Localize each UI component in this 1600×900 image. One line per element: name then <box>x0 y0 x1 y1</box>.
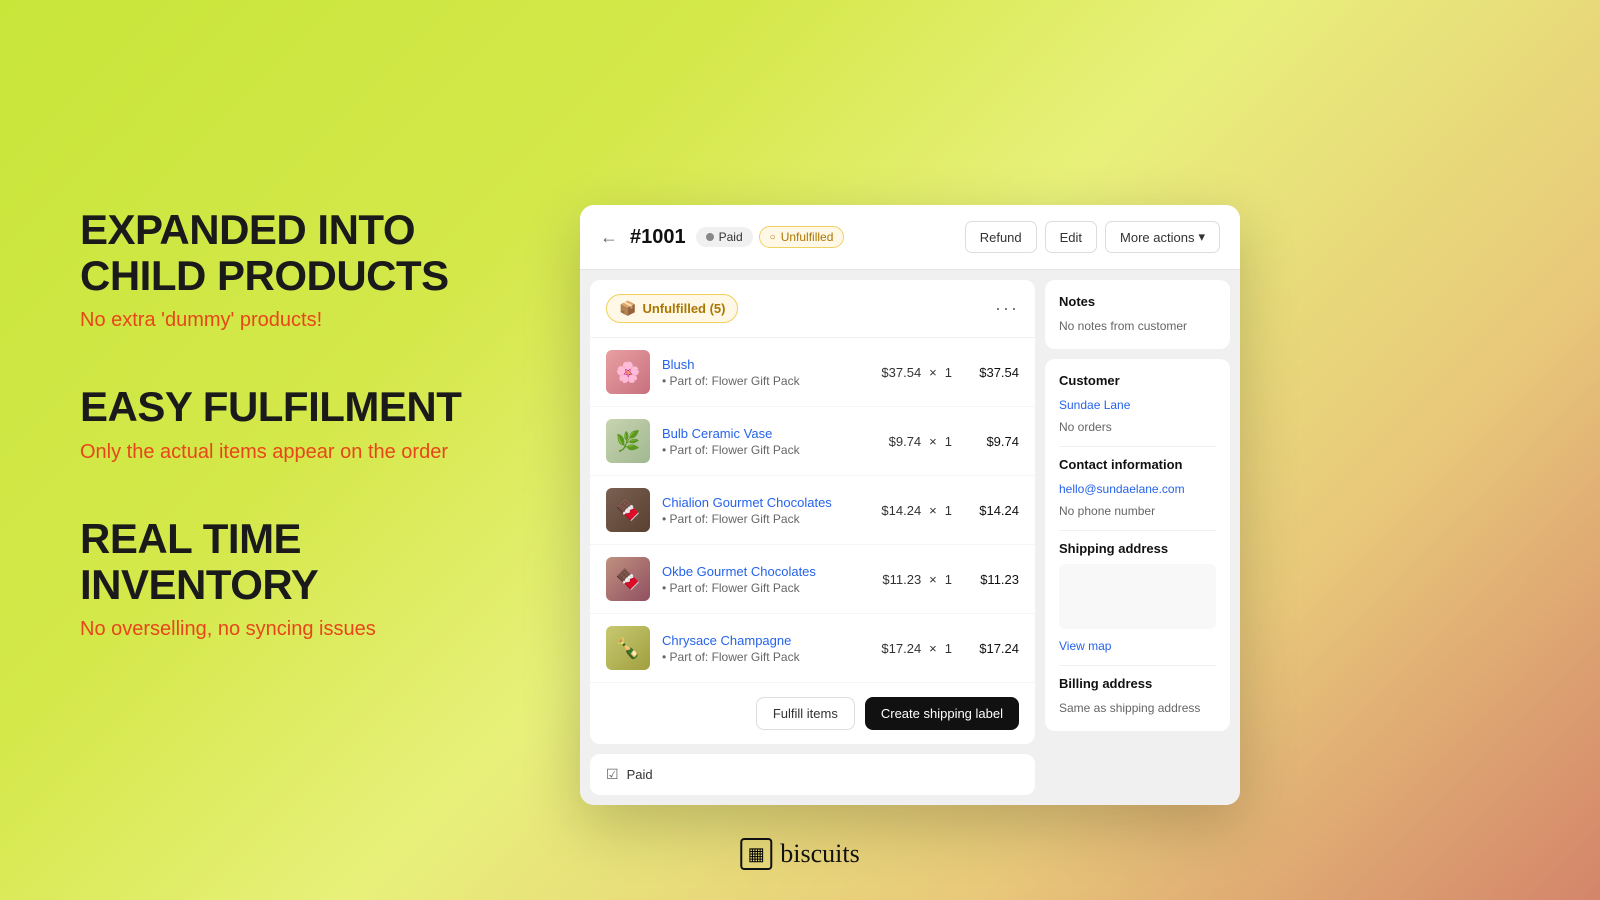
feature-subtitle-2: Only the actual items appear on the orde… <box>80 441 520 464</box>
header-actions: Refund Edit More actions ▾ <box>965 221 1220 253</box>
customer-email[interactable]: hello@sundaelane.com <box>1059 482 1185 496</box>
unfulfilled-badge-label: Unfulfilled <box>781 230 834 244</box>
view-map-link[interactable]: View map <box>1059 639 1111 653</box>
feature-subtitle-3: No overselling, no syncing issues <box>80 618 520 641</box>
order-number: #1001 <box>630 226 686 249</box>
refund-button[interactable]: Refund <box>965 221 1037 253</box>
item-parent-blush: • Part of: Flower Gift Pack <box>662 374 869 388</box>
notes-card: Notes No notes from customer <box>1045 280 1230 349</box>
more-options-button[interactable]: ··· <box>995 298 1019 319</box>
item-details-vase: Bulb Ceramic Vase • Part of: Flower Gift… <box>662 426 877 457</box>
item-name-okbe[interactable]: Okbe Gourmet Chocolates <box>662 564 870 579</box>
contact-title: Contact information <box>1059 457 1216 472</box>
order-item-okbe: 🍫 Okbe Gourmet Chocolates • Part of: Flo… <box>590 545 1035 614</box>
billing-title: Billing address <box>1059 676 1216 691</box>
item-parent-champagne: • Part of: Flower Gift Pack <box>662 650 869 664</box>
item-parent-okbe: • Part of: Flower Gift Pack <box>662 581 870 595</box>
item-image-okbe: 🍫 <box>606 557 650 601</box>
item-total-chialion: $14.24 <box>964 503 1019 518</box>
item-price-blush: $37.54 × 1 <box>881 365 952 380</box>
item-total-okbe: $11.23 <box>964 572 1019 587</box>
customer-card: Customer Sundae Lane No orders Contact i… <box>1045 359 1230 731</box>
item-name-blush[interactable]: Blush <box>662 357 869 372</box>
logo-icon: ▦ <box>740 838 772 870</box>
feature-block-1: EXPANDED INTO CHILD PRODUCTS No extra 'd… <box>80 207 520 332</box>
logo-text: biscuits <box>780 839 859 869</box>
paid-badge-label: Paid <box>719 230 743 244</box>
create-shipping-label-button[interactable]: Create shipping label <box>865 697 1019 730</box>
shipping-address-box <box>1059 564 1216 629</box>
feature-subtitle-1: No extra 'dummy' products! <box>80 309 520 332</box>
order-header: ← #1001 Paid Unfulfilled Refund Edit Mor… <box>580 205 1240 270</box>
item-image-vase: 🌿 <box>606 419 650 463</box>
left-content: EXPANDED INTO CHILD PRODUCTS No extra 'd… <box>0 147 580 753</box>
customer-phone: No phone number <box>1059 502 1216 520</box>
item-price-champagne: $17.24 × 1 <box>881 641 952 656</box>
back-button[interactable]: ← <box>600 227 618 248</box>
logo-symbol: ▦ <box>748 844 765 865</box>
customer-title: Customer <box>1059 373 1216 388</box>
item-price-okbe: $11.23 × 1 <box>882 572 952 587</box>
feature-title-2: EASY FULFILMENT <box>80 384 520 430</box>
shipping-title: Shipping address <box>1059 541 1216 556</box>
notes-title: Notes <box>1059 294 1216 309</box>
item-price-vase: $9.74 × 1 <box>889 434 952 449</box>
package-icon: 📦 <box>619 300 636 317</box>
divider-1 <box>1059 446 1216 447</box>
item-details-blush: Blush • Part of: Flower Gift Pack <box>662 357 869 388</box>
item-price-chialion: $14.24 × 1 <box>881 503 952 518</box>
logo-bar: ▦ biscuits <box>740 838 859 870</box>
check-icon: ☑ <box>606 766 619 783</box>
more-actions-label: More actions <box>1120 230 1194 245</box>
item-parent-vase: • Part of: Flower Gift Pack <box>662 443 877 457</box>
chevron-down-icon: ▾ <box>1198 229 1205 245</box>
item-total-champagne: $17.24 <box>964 641 1019 656</box>
item-name-vase[interactable]: Bulb Ceramic Vase <box>662 426 877 441</box>
customer-orders: No orders <box>1059 418 1216 436</box>
feature-block-3: REAL TIME INVENTORY No overselling, no s… <box>80 516 520 641</box>
divider-2 <box>1059 530 1216 531</box>
unfulfilled-count-label: Unfulfilled (5) <box>642 301 725 316</box>
item-total-vase: $9.74 <box>964 434 1019 449</box>
item-image-chialion: 🍫 <box>606 488 650 532</box>
order-action-buttons: Fulfill items Create shipping label <box>590 683 1035 744</box>
unfulfilled-section-badge: 📦 Unfulfilled (5) <box>606 294 738 323</box>
order-item-vase: 🌿 Bulb Ceramic Vase • Part of: Flower Gi… <box>590 407 1035 476</box>
feature-title-1: EXPANDED INTO CHILD PRODUCTS <box>80 207 520 299</box>
more-actions-button[interactable]: More actions ▾ <box>1105 221 1220 253</box>
paid-footer: ☑ Paid <box>590 754 1035 795</box>
app-body: 📦 Unfulfilled (5) ··· 🌸 Blush • P <box>580 270 1240 805</box>
order-item-champagne: 🍾 Chrysace Champagne • Part of: Flower G… <box>590 614 1035 683</box>
order-item-chialion: 🍫 Chialion Gourmet Chocolates • Part of:… <box>590 476 1035 545</box>
unfulfilled-badge-header: Unfulfilled <box>759 226 845 248</box>
order-column: 📦 Unfulfilled (5) ··· 🌸 Blush • P <box>590 280 1035 795</box>
order-panel: 📦 Unfulfilled (5) ··· 🌸 Blush • P <box>590 280 1035 744</box>
page-wrapper: EXPANDED INTO CHILD PRODUCTS No extra 'd… <box>0 0 1600 900</box>
customer-panel: Notes No notes from customer Customer Su… <box>1045 280 1230 795</box>
paid-footer-label: Paid <box>627 767 653 782</box>
feature-block-2: EASY FULFILMENT Only the actual items ap… <box>80 384 520 463</box>
fulfill-items-button[interactable]: Fulfill items <box>756 697 855 730</box>
item-image-blush: 🌸 <box>606 350 650 394</box>
paid-badge: Paid <box>696 227 753 247</box>
order-item-blush: 🌸 Blush • Part of: Flower Gift Pack $37.… <box>590 338 1035 407</box>
item-details-chialion: Chialion Gourmet Chocolates • Part of: F… <box>662 495 869 526</box>
notes-text: No notes from customer <box>1059 317 1216 335</box>
customer-name-link[interactable]: Sundae Lane <box>1059 398 1130 412</box>
item-name-champagne[interactable]: Chrysace Champagne <box>662 633 869 648</box>
app-container: ← #1001 Paid Unfulfilled Refund Edit Mor… <box>580 95 1600 805</box>
feature-title-3: REAL TIME INVENTORY <box>80 516 520 608</box>
item-image-champagne: 🍾 <box>606 626 650 670</box>
divider-3 <box>1059 665 1216 666</box>
edit-button[interactable]: Edit <box>1045 221 1097 253</box>
unfulfilled-section-header: 📦 Unfulfilled (5) ··· <box>590 280 1035 338</box>
item-parent-chialion: • Part of: Flower Gift Pack <box>662 512 869 526</box>
item-details-champagne: Chrysace Champagne • Part of: Flower Gif… <box>662 633 869 664</box>
app-window: ← #1001 Paid Unfulfilled Refund Edit Mor… <box>580 205 1240 805</box>
billing-text: Same as shipping address <box>1059 699 1216 717</box>
item-total-blush: $37.54 <box>964 365 1019 380</box>
item-details-okbe: Okbe Gourmet Chocolates • Part of: Flowe… <box>662 564 870 595</box>
item-name-chialion[interactable]: Chialion Gourmet Chocolates <box>662 495 869 510</box>
